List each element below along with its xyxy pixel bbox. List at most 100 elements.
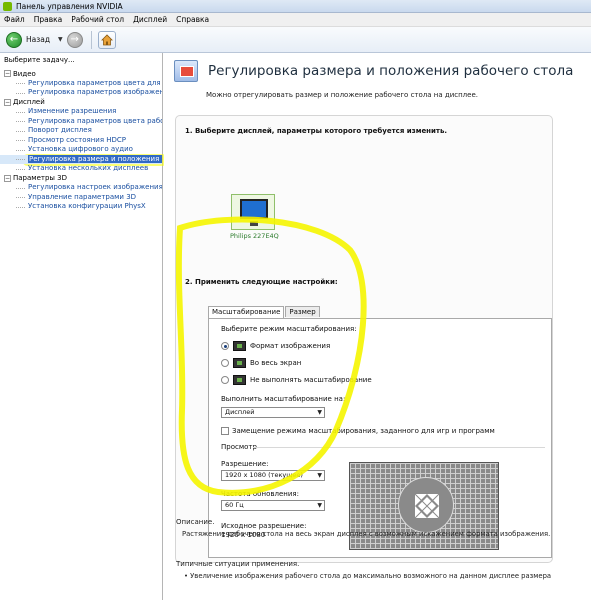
monitor-icon bbox=[240, 199, 268, 219]
tree-category-3d[interactable]: − Параметры 3D bbox=[0, 174, 162, 184]
typical-use-text: • Увеличение изображения рабочего стола … bbox=[184, 572, 552, 580]
chevron-down-icon: ▼ bbox=[317, 472, 322, 479]
tree-item-video-color[interactable]: Регулировка параметров цвета для вид bbox=[0, 79, 162, 89]
tree-item-desktop-color[interactable]: Регулировка параметров цвета рабочег bbox=[0, 117, 162, 127]
step2-title: 2. Применить следующие настройки: bbox=[185, 278, 338, 286]
refresh-rate-select[interactable]: 60 Гц ▼ bbox=[221, 500, 325, 511]
back-button[interactable]: ← bbox=[6, 31, 22, 48]
radio-button[interactable] bbox=[221, 359, 229, 367]
monitor-stand bbox=[250, 221, 258, 226]
full-screen-icon bbox=[233, 358, 246, 368]
preview-divider bbox=[253, 447, 545, 448]
tree-item-label: Регулировка параметров изображения д bbox=[28, 88, 162, 96]
menu-help[interactable]: Справка bbox=[176, 15, 209, 24]
tree-item-label: Регулировка размера и положения рабо bbox=[28, 154, 162, 163]
category-label: Дисплей bbox=[13, 98, 45, 107]
tree-category-video[interactable]: − Видео bbox=[0, 69, 162, 79]
no-scaling-icon bbox=[233, 375, 246, 385]
menu-edit[interactable]: Правка bbox=[34, 15, 63, 24]
display-select-tile[interactable] bbox=[231, 194, 275, 230]
tree-item-multiple-displays[interactable]: Установка нескольких дисплеев bbox=[0, 164, 162, 174]
select-value: Дисплей bbox=[225, 408, 255, 416]
tree-item-manage-3d[interactable]: Управление параметрами 3D bbox=[0, 193, 162, 203]
select-value: 60 Гц bbox=[225, 501, 244, 509]
tree-item-label: Установка конфигурации PhysX bbox=[28, 202, 146, 210]
page-subtitle: Можно отрегулировать размер и положение … bbox=[206, 91, 478, 99]
toolbar: ← Назад ▼ → bbox=[0, 27, 591, 53]
desktop-size-icon bbox=[174, 60, 198, 82]
page-header: Регулировка размера и положения рабочего… bbox=[164, 53, 591, 89]
task-sidebar: Выберите задачу... − Видео Регулировка п… bbox=[0, 53, 168, 600]
tree-item-label: Изменение разрешения bbox=[28, 107, 117, 115]
menu-bar: Файл Правка Рабочий стол Дисплей Справка bbox=[0, 13, 591, 27]
collapse-icon[interactable]: − bbox=[4, 98, 11, 106]
preview-label: Просмотр bbox=[221, 443, 257, 451]
chevron-down-icon: ▼ bbox=[317, 502, 322, 509]
scaling-tab-panel: Выберите режим масштабирования: Формат и… bbox=[208, 318, 552, 558]
description-heading: Описание. bbox=[176, 518, 215, 526]
forward-button[interactable]: → bbox=[66, 31, 83, 48]
chevron-down-icon: ▼ bbox=[317, 409, 322, 416]
window-title: Панель управления NVIDIA bbox=[16, 1, 123, 11]
menu-file[interactable]: Файл bbox=[4, 15, 25, 24]
sidebar-heading: Выберите задачу... bbox=[4, 56, 75, 64]
select-value: 1920 x 1080 (текущее) bbox=[225, 471, 303, 479]
radio-aspect-ratio[interactable]: Формат изображения bbox=[221, 341, 330, 351]
tree-item-label: Регулировка параметров цвета для вид bbox=[28, 78, 162, 87]
tree-item-label: Управление параметрами 3D bbox=[28, 192, 137, 201]
page-title: Регулировка размера и положения рабочего… bbox=[208, 63, 574, 79]
radio-button[interactable] bbox=[221, 342, 229, 350]
tree-item-label: Поворот дисплея bbox=[28, 126, 92, 134]
menu-display[interactable]: Дисплей bbox=[133, 15, 167, 24]
radio-label: Формат изображения bbox=[250, 342, 331, 350]
tab-scaling[interactable]: Масштабирование bbox=[208, 306, 285, 318]
arrow-right-icon: → bbox=[70, 33, 79, 45]
preview-circle bbox=[398, 477, 454, 533]
back-label[interactable]: Назад bbox=[26, 35, 50, 44]
tree-item-desktop-size-position[interactable]: Регулировка размера и положения рабо bbox=[0, 154, 162, 164]
toolbar-separator bbox=[90, 30, 92, 49]
home-button[interactable] bbox=[97, 30, 116, 49]
override-scaling-label[interactable]: Замещение режима масштабирования, заданн… bbox=[232, 427, 495, 435]
refresh-rate-label: Частота обновления: bbox=[221, 490, 299, 498]
category-label: Параметры 3D bbox=[13, 174, 67, 183]
tree-item-label: Установка цифрового аудио bbox=[28, 145, 133, 153]
arrow-left-icon: ← bbox=[9, 33, 19, 45]
task-tree: − Видео Регулировка параметров цвета для… bbox=[0, 69, 162, 212]
description-text: Растяжение рабочего стола на весь экран … bbox=[182, 530, 551, 538]
perform-scaling-label: Выполнить масштабирование на: bbox=[221, 395, 346, 403]
collapse-icon[interactable]: − bbox=[4, 174, 11, 182]
typical-use-heading: Типичные ситуации применения. bbox=[176, 560, 300, 568]
tree-item-physx[interactable]: Установка конфигурации PhysX bbox=[0, 202, 162, 212]
radio-label: Во весь экран bbox=[250, 359, 302, 367]
display-name[interactable]: Philips 227E4Q bbox=[230, 232, 279, 240]
tree-item-label: Просмотр состояния HDCP bbox=[28, 135, 127, 144]
resolution-select[interactable]: 1920 x 1080 (текущее) ▼ bbox=[221, 470, 325, 481]
tree-item-label: Регулировка параметров цвета рабочег bbox=[28, 116, 162, 125]
aspect-ratio-icon bbox=[233, 341, 246, 351]
perform-scaling-select[interactable]: Дисплей ▼ bbox=[221, 407, 325, 418]
radio-no-scaling[interactable]: Не выполнять масштабирование bbox=[221, 375, 372, 385]
source-resolution-label: Исходное разрешение: bbox=[221, 522, 307, 530]
tree-item-digital-audio[interactable]: Установка цифрового аудио bbox=[0, 145, 162, 155]
back-history-dropdown-icon[interactable]: ▼ bbox=[58, 36, 63, 43]
tree-item-hdcp-status[interactable]: Просмотр состояния HDCP bbox=[0, 136, 162, 146]
tree-item-video-image[interactable]: Регулировка параметров изображения д bbox=[0, 88, 162, 98]
radio-button[interactable] bbox=[221, 376, 229, 384]
tree-item-label: Установка нескольких дисплеев bbox=[28, 164, 149, 172]
settings-panel: 1. Выберите дисплей, параметры которого … bbox=[175, 115, 553, 563]
tab-size[interactable]: Размер bbox=[285, 306, 320, 317]
resolution-label: Разрешение: bbox=[221, 460, 269, 468]
menu-desktop[interactable]: Рабочий стол bbox=[71, 15, 124, 24]
tree-category-display[interactable]: − Дисплей bbox=[0, 98, 162, 108]
tree-item-change-resolution[interactable]: Изменение разрешения bbox=[0, 107, 162, 117]
radio-full-screen[interactable]: Во весь экран bbox=[221, 358, 301, 368]
main-content: Регулировка размера и положения рабочего… bbox=[164, 53, 591, 600]
radio-label: Не выполнять масштабирование bbox=[250, 376, 372, 384]
step1-title: 1. Выберите дисплей, параметры которого … bbox=[185, 127, 448, 135]
tree-item-rotate-display[interactable]: Поворот дисплея bbox=[0, 126, 162, 136]
scaling-mode-label: Выберите режим масштабирования: bbox=[221, 325, 357, 333]
collapse-icon[interactable]: − bbox=[4, 70, 11, 78]
tree-item-image-preview[interactable]: Регулировка настроек изображения с пр bbox=[0, 183, 162, 193]
override-scaling-checkbox[interactable] bbox=[221, 427, 229, 435]
